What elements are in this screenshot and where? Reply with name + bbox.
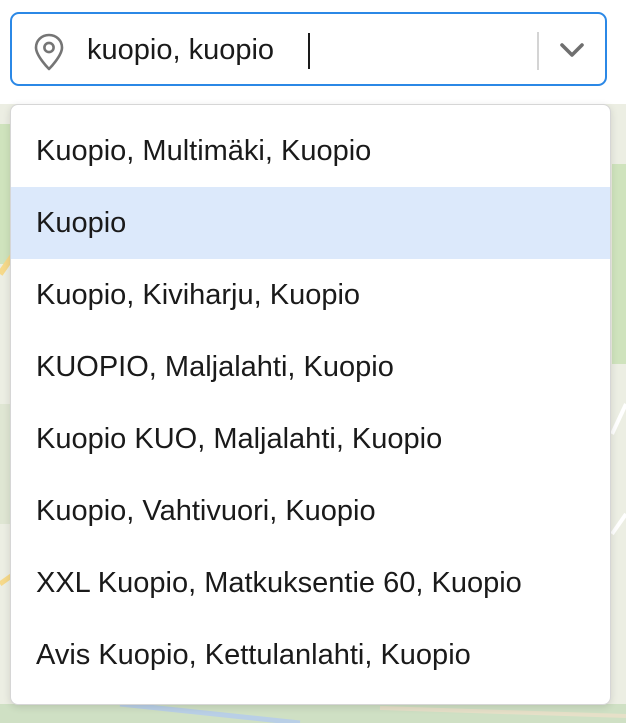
suggestion-item[interactable]: XXL Kuopio, Matkuksentie 60, Kuopio — [11, 547, 610, 619]
suggestion-item[interactable]: Kuopio, Vahtivuori, Kuopio — [11, 475, 610, 547]
suggestion-item-highlighted[interactable]: Kuopio — [11, 187, 610, 259]
location-search-box[interactable] — [10, 12, 607, 86]
suggestion-item[interactable]: Kuopio, Kiviharju, Kuopio — [11, 259, 610, 331]
suggestion-item[interactable]: Kuopio, Multimäki, Kuopio — [11, 115, 610, 187]
divider — [537, 32, 539, 70]
search-input[interactable] — [87, 28, 507, 72]
suggestion-item[interactable]: Avis Kuopio, Kettulanlahti, Kuopio — [11, 619, 610, 691]
suggestion-item[interactable]: KUOPIO, Maljalahti, Kuopio — [11, 331, 610, 403]
text-cursor — [308, 33, 310, 69]
chevron-down-icon[interactable] — [558, 38, 586, 62]
suggestion-item[interactable]: Kuopio KUO, Maljalahti, Kuopio — [11, 403, 610, 475]
suggestions-dropdown: Kuopio, Multimäki, Kuopio Kuopio Kuopio,… — [10, 104, 611, 705]
map-pin-icon — [31, 32, 67, 72]
